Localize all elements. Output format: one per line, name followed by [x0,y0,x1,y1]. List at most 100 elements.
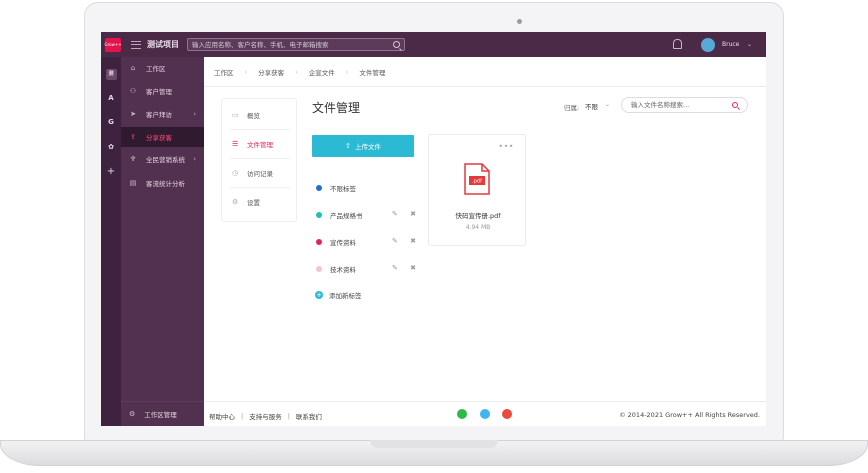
pdf-file-icon: .pdf [464,163,490,195]
laptop-notch [370,440,498,448]
tag-color-dot [316,266,322,272]
sidebar-item-visits[interactable]: ➤ 客户拜访 › [121,104,204,124]
search-icon[interactable] [732,102,738,108]
rail-item-flower[interactable]: ✿ [101,140,121,154]
sidebar-item-customers[interactable]: ⚇ 客户管理 [121,81,204,101]
share-icon: ⇪ [130,133,136,141]
chevron-right-icon: › [345,67,349,76]
video-icon: ▭ [232,110,239,119]
rail-item-test[interactable]: 测 [101,66,121,80]
qq-icon[interactable] [480,409,490,419]
breadcrumb-item[interactable]: 工作区 [214,67,234,77]
tag-item-spec[interactable]: 产品规格书 ✎ ✖ [316,209,420,221]
footer-links: 帮助中心 | 支持与服务 | 联系我们 [209,411,322,421]
sidebar-item-label: 客户管理 [146,88,172,96]
add-tag-label: 添加新标签 [329,292,362,300]
breadcrumb-item[interactable]: 企宣文件 [309,67,335,77]
upload-icon: ⇧ [345,142,351,150]
breadcrumb-item[interactable]: 分享获客 [258,67,284,77]
copyright: © 2014-2021 Grow++ All Rights Reserved. [619,411,760,419]
owner-filter-select[interactable]: 不限 [585,101,598,111]
filter-label: 归属: [564,104,580,112]
submenu-item-overview[interactable]: ▭ 概览 [222,101,296,129]
edit-icon[interactable]: ✎ [392,237,398,245]
footer-link-contact[interactable]: 联系我们 [296,411,322,421]
send-icon: ➤ [130,110,136,118]
edit-icon[interactable]: ✎ [392,210,398,218]
tag-label: 宣传资料 [330,239,356,247]
sidebar-item-label: 客流统计分析 [146,180,185,188]
global-search [187,38,405,51]
avatar[interactable] [701,38,715,52]
users-icon: ⚇ [129,87,137,95]
sidebar-item-label: 工作区 [146,65,166,73]
edit-icon[interactable]: ✎ [392,264,398,272]
tag-label: 不限标签 [330,185,356,193]
close-icon[interactable]: ✖ [410,210,416,218]
sidebar-item-label: 客户拜访 [146,111,172,119]
sidebar-item-label: 分享获客 [146,134,172,142]
submenu-label: 访问记录 [247,170,273,178]
home-icon: ⌂ [130,64,136,72]
app-logo[interactable]: Grow++ [104,37,122,52]
page-title: 文件管理 [312,101,361,115]
gear-icon: ⚙ [232,197,239,206]
footer-link-help[interactable]: 帮助中心 [209,411,235,421]
sidebar-item-traffic[interactable]: ▤ 客流统计分析 [121,173,204,193]
tag-item-tech[interactable]: 技术资料 ✎ ✖ [316,263,420,275]
tag-color-dot [316,212,322,218]
chart-icon: ▤ [129,179,137,187]
submenu-item-file-management[interactable]: ☰ 文件管理 [222,130,296,158]
tag-label: 技术资料 [330,266,356,274]
sidebar-item-label: 工作区管理 [144,411,177,419]
breadcrumb: 工作区 › 分享获客 › 企宣文件 › 文件管理 [204,57,766,87]
close-icon[interactable]: ✖ [410,264,416,272]
submenu-label: 文件管理 [247,141,273,149]
chevron-right-icon: › [244,67,248,76]
rail-item-g[interactable]: G [101,115,121,129]
file-search-input[interactable] [631,101,731,109]
search-icon[interactable] [393,41,400,48]
file-size: 4.94 MB [465,224,491,231]
sidebar-item-workspace-admin[interactable]: ⚙ 工作区管理 [121,401,204,426]
tag-item-promo[interactable]: 宣传资料 ✎ ✖ [316,236,420,248]
project-title[interactable]: 测试项目 [147,39,179,50]
chevron-right-icon: › [193,110,196,118]
bell-icon[interactable] [672,39,682,49]
add-tag-button[interactable]: + 添加新标签 [315,289,362,301]
tag-color-dot [316,239,322,245]
tag-item-all[interactable]: 不限标签 [316,182,356,194]
workspace-rail: 测 A G ✿ + [101,57,121,426]
main-content: ▭ 概览 ☰ 文件管理 ◷ 访问记录 ⚙ 设置 文件管理 归属: 不限 ⌄ 输入… [204,87,766,401]
submenu-item-settings[interactable]: ⚙ 设置 [222,188,296,216]
close-icon[interactable]: ✖ [410,237,416,245]
global-search-input[interactable] [188,39,388,50]
file-search [621,97,748,113]
gear-icon: ⚙ [129,410,136,418]
submenu-item-access-log[interactable]: ◷ 访问记录 [222,159,296,187]
weibo-icon[interactable] [502,409,512,419]
chevron-down-icon[interactable]: ⌄ [605,101,610,108]
file-card[interactable]: ••• .pdf 快码宣传册.pdf 4.94 MB [428,134,526,246]
sidebar-item-share[interactable]: ⇪ 分享获客 [121,127,204,147]
top-bar: Grow++ 测试项目 [101,32,766,57]
plus-icon: + [315,291,323,299]
user-name[interactable]: Bruce [722,41,739,48]
list-icon: ☰ [232,139,239,148]
file-name[interactable]: 快码宣传册.pdf [429,210,527,220]
footer-link-support[interactable]: 支持与服务 [249,411,282,421]
more-icon[interactable]: ••• [498,143,514,151]
rail-add-button[interactable]: + [101,165,121,179]
rail-item-a[interactable]: A [101,91,121,105]
chevron-down-icon[interactable]: ⌄ [747,41,752,48]
clock-icon: ◷ [232,168,239,177]
wechat-icon[interactable] [457,409,467,419]
menu-icon[interactable] [131,40,141,49]
tag-color-dot [316,185,322,191]
pdf-type-label: .pdf [472,179,482,185]
sidebar-item-workspace[interactable]: ⌂ 工作区 [121,58,204,78]
sidebar-item-marketing[interactable]: ♆ 全民营销系统 › [121,149,204,169]
submenu-label: 概览 [247,112,260,120]
tag-label: 产品规格书 [330,212,363,220]
upload-file-button[interactable]: ⇧ 上传文件 [312,135,414,157]
